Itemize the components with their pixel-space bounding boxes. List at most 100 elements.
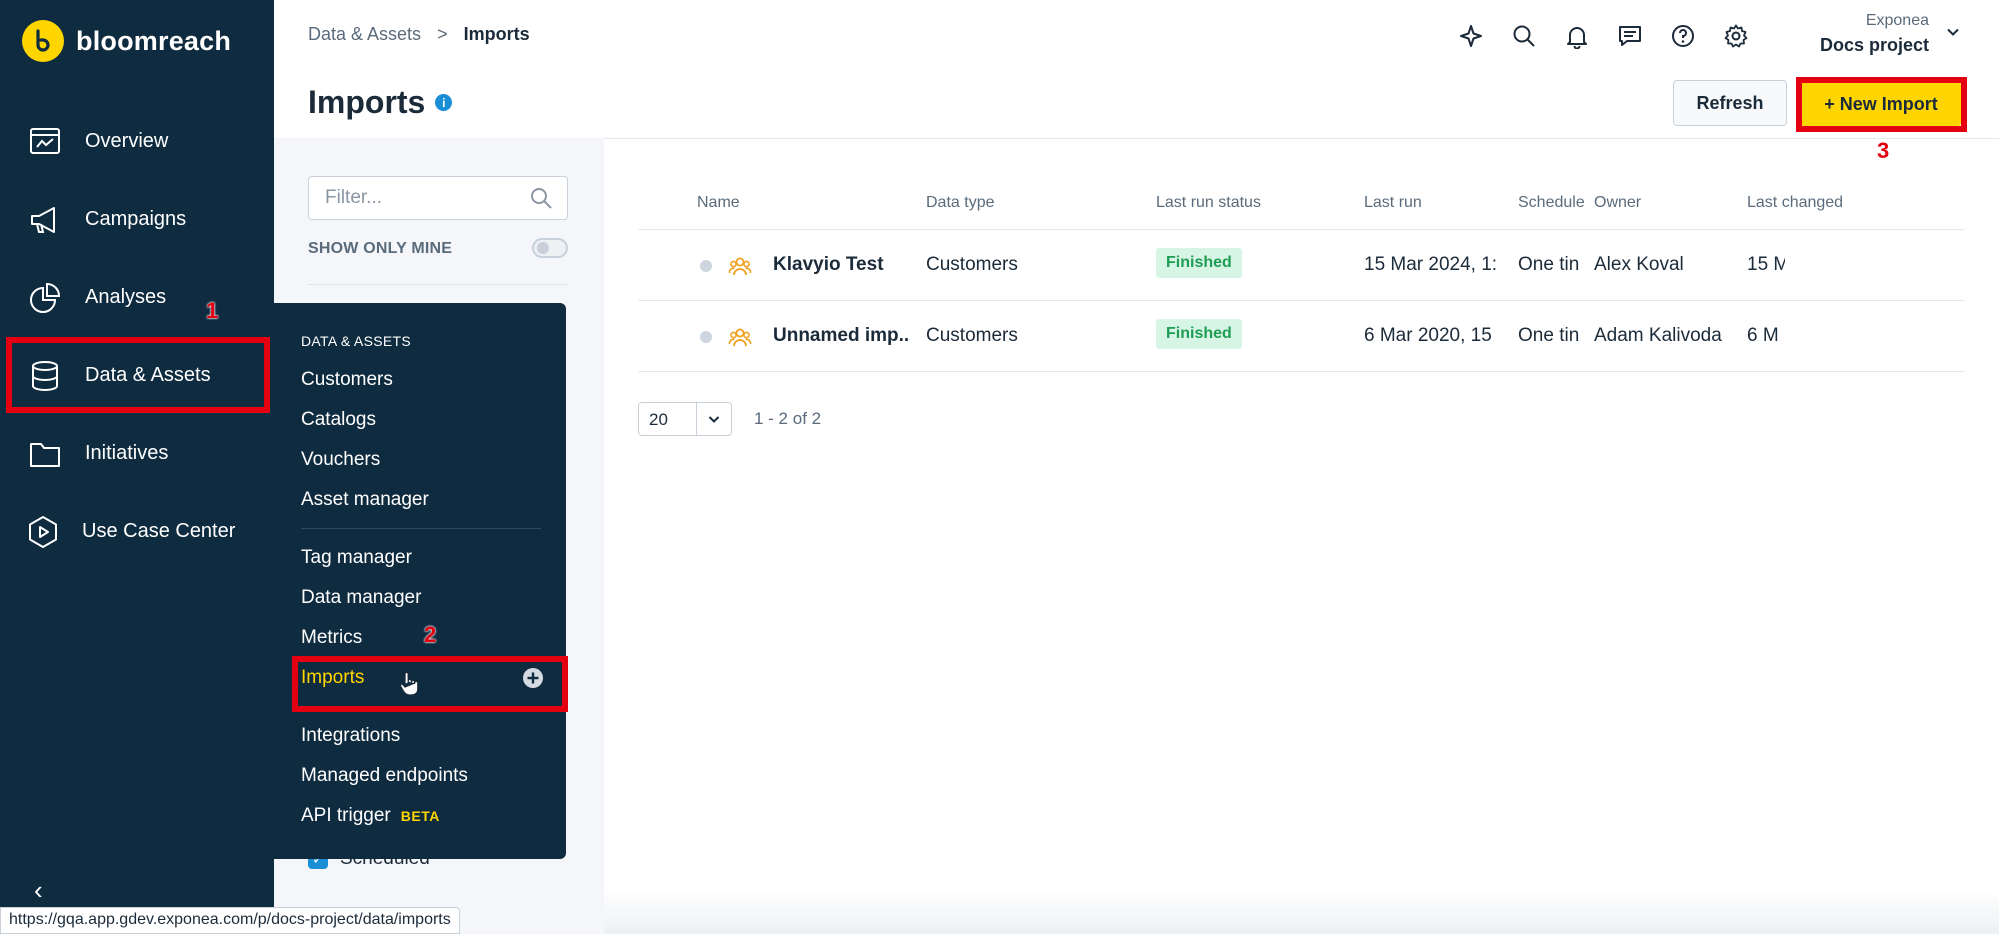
flyout-group-title: DATA & ASSETS	[301, 333, 411, 349]
filter-input[interactable]: Filter...	[308, 176, 568, 220]
column-header-last-changed[interactable]: Last changed	[1747, 194, 1843, 212]
sparkle-icon[interactable]	[1455, 20, 1487, 52]
flyout-item-api-trigger[interactable]: API trigger BETA	[301, 805, 440, 827]
annotation-number-3: 3	[1877, 138, 1890, 163]
sidebar-item-label: Use Case Center	[82, 519, 236, 542]
page-title-text: Imports	[308, 84, 426, 120]
table-row[interactable]: Unnamed imp.. Customers Finished 6 Mar 2…	[638, 301, 1965, 372]
chevron-down-icon[interactable]	[1945, 24, 1961, 40]
filter-placeholder: Filter...	[325, 187, 383, 208]
megaphone-icon	[31, 207, 55, 233]
data-type-cell: Customers	[926, 254, 1018, 275]
pagination-count: 1 - 2 of 2	[754, 409, 822, 428]
show-only-mine-toggle[interactable]	[532, 238, 568, 258]
sidebar-item-label: Campaigns	[85, 207, 187, 230]
refresh-button[interactable]: Refresh	[1673, 80, 1787, 126]
bloomreach-logo-icon	[22, 20, 64, 62]
column-header-schedule[interactable]: Schedule	[1518, 194, 1596, 212]
customers-icon	[728, 328, 752, 347]
sidebar: bloomreach Overview Campaigns Analyses D…	[0, 0, 274, 934]
data-assets-flyout-menu: DATA & ASSETS Customers Catalogs Voucher…	[274, 303, 566, 859]
help-icon[interactable]	[1667, 20, 1699, 52]
folder-icon	[30, 443, 60, 467]
bloomreach-logo[interactable]: bloomreach	[22, 20, 231, 62]
flyout-item-catalogs[interactable]: Catalogs	[301, 409, 376, 431]
data-type-cell: Customers	[926, 325, 1018, 346]
last-run-cell: 15 Mar 2024, 1:	[1364, 254, 1498, 275]
flyout-item-data-manager[interactable]: Data manager	[301, 587, 421, 609]
breadcrumb-separator: >	[437, 24, 448, 44]
info-icon[interactable]: i	[435, 94, 453, 111]
annotation-box-3	[1796, 77, 1967, 132]
project-name: Docs project	[1819, 35, 1929, 55]
show-only-mine-label: SHOW ONLY MINE	[308, 240, 453, 257]
brand-name: bloomreach	[76, 25, 232, 56]
search-icon[interactable]	[1508, 20, 1540, 52]
status-badge: Finished	[1156, 248, 1242, 278]
annotation-number-1: 1	[206, 298, 219, 323]
status-badge: Finished	[1156, 319, 1242, 349]
project-switcher[interactable]: Exponea Docs project	[1820, 12, 1929, 56]
owner-cell: Alex Koval	[1594, 254, 1684, 275]
page-size-value: 20	[639, 403, 697, 435]
chevron-down-icon[interactable]	[697, 403, 731, 435]
divider	[308, 284, 568, 285]
flyout-divider	[301, 528, 541, 529]
header-icons	[1455, 20, 1752, 52]
schedule-cell: One tin	[1518, 325, 1580, 346]
schedule-cell: One tin	[1518, 254, 1580, 275]
status-dot-icon	[700, 331, 712, 343]
flyout-item-tag-manager[interactable]: Tag manager	[301, 547, 412, 569]
flyout-item-customers[interactable]: Customers	[301, 369, 393, 391]
flyout-item-integrations[interactable]: Integrations	[301, 725, 400, 747]
column-header-name[interactable]: Name	[697, 194, 740, 212]
chat-icon[interactable]	[1614, 20, 1646, 52]
flyout-item-managed-endpoints[interactable]: Managed endpoints	[301, 765, 468, 787]
import-name[interactable]: Klavyio Test	[773, 254, 921, 276]
bell-icon[interactable]	[1561, 20, 1593, 52]
annotation-box-1	[6, 337, 270, 413]
sidebar-item-label: Overview	[85, 129, 169, 152]
owner-cell: Adam Kalivoda	[1594, 325, 1722, 346]
sidebar-item-initiatives[interactable]: Initiatives	[0, 421, 274, 485]
last-changed-cell: 15 M	[1747, 254, 1785, 275]
gear-icon[interactable]	[1720, 20, 1752, 52]
column-header-data-type[interactable]: Data type	[926, 194, 994, 212]
table-header: Name Data type Last run status Last run …	[638, 180, 1965, 230]
header-divider	[604, 138, 1999, 139]
sidebar-item-analyses[interactable]: Analyses	[0, 265, 274, 329]
column-header-last-run-status[interactable]: Last run status	[1156, 194, 1261, 212]
pie-chart-icon	[30, 282, 61, 313]
flyout-item-vouchers[interactable]: Vouchers	[301, 449, 380, 471]
sidebar-item-use-case-center[interactable]: Use Case Center	[0, 499, 274, 563]
sidebar-item-label: Analyses	[85, 285, 167, 308]
beta-badge: BETA	[400, 808, 440, 824]
annotation-box-2	[292, 656, 568, 712]
breadcrumb: Data & Assets > Imports	[308, 24, 530, 45]
search-icon	[531, 188, 552, 209]
chevron-left-icon[interactable]: ‹	[34, 875, 43, 906]
flyout-item-metrics[interactable]: Metrics	[301, 627, 362, 649]
column-header-last-run[interactable]: Last run	[1364, 194, 1422, 212]
table-row[interactable]: Klavyio Test Customers Finished 15 Mar 2…	[638, 230, 1965, 301]
last-run-cell: 6 Mar 2020, 15	[1364, 325, 1492, 346]
play-hexagon-icon	[29, 516, 57, 548]
project-org: Exponea	[1865, 12, 1929, 29]
bottom-shadow	[604, 890, 1999, 934]
page-title: Imports i	[308, 84, 453, 121]
column-header-owner[interactable]: Owner	[1594, 194, 1641, 212]
sidebar-item-overview[interactable]: Overview	[0, 109, 274, 173]
import-name[interactable]: Unnamed imp..	[773, 325, 921, 347]
customers-icon	[728, 257, 752, 276]
status-bar-url: https://gqa.app.gdev.exponea.com/p/docs-…	[0, 907, 460, 934]
last-changed-cell: 6 M	[1747, 325, 1779, 346]
pagination: 20 1 - 2 of 2	[638, 402, 821, 436]
breadcrumb-item-imports: Imports	[463, 24, 530, 44]
page-size-select[interactable]: 20	[638, 402, 732, 436]
sidebar-item-label: Initiatives	[85, 441, 169, 464]
imports-table: Name Data type Last run status Last run …	[638, 180, 1965, 372]
flyout-item-api-trigger-label: API trigger	[301, 805, 391, 826]
breadcrumb-item-data-assets[interactable]: Data & Assets	[308, 24, 421, 45]
sidebar-item-campaigns[interactable]: Campaigns	[0, 187, 274, 251]
flyout-item-asset-manager[interactable]: Asset manager	[301, 489, 429, 511]
